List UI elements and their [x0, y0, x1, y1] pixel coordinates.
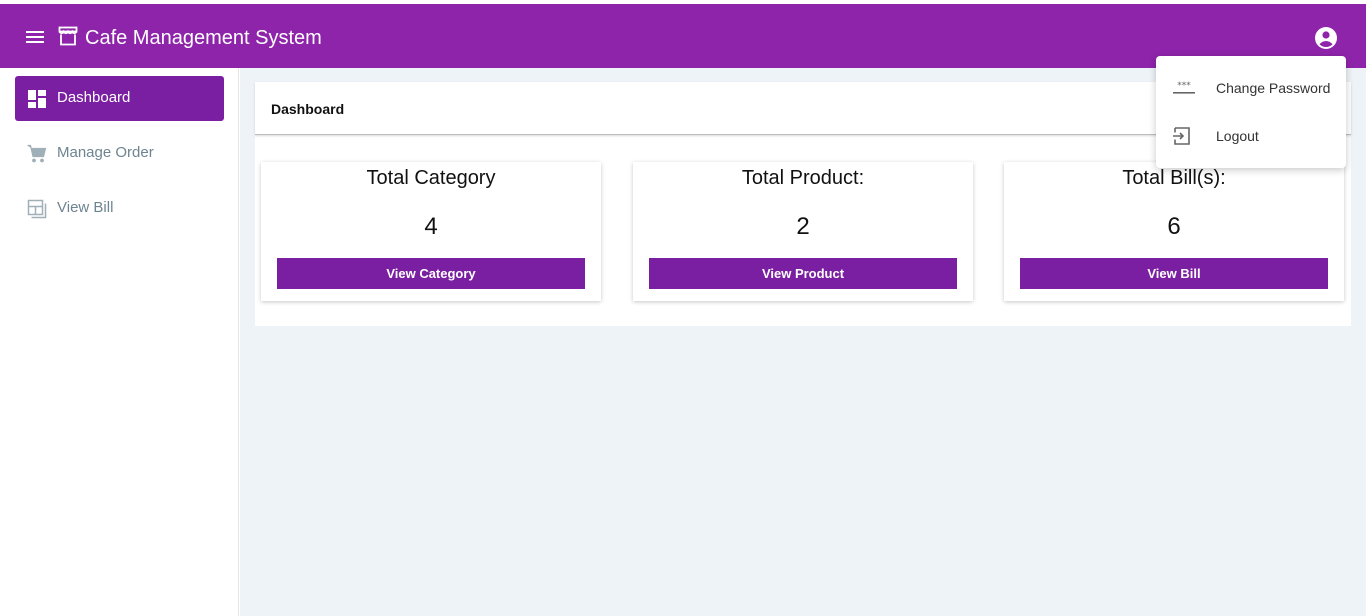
card-count: 2: [796, 213, 810, 240]
svg-text:***: ***: [1177, 81, 1191, 91]
password-icon: ***: [1172, 78, 1196, 98]
total-category-card: Total Category 4 View Category: [261, 162, 601, 301]
card-title: Total Product:: [741, 167, 865, 189]
view-product-button[interactable]: View Product: [649, 258, 957, 289]
view-bill-button[interactable]: View Bill: [1020, 258, 1328, 289]
dashboard-icon: [26, 88, 48, 110]
card-title: Total Bill(s):: [1122, 167, 1226, 189]
sidebar-item-view-bill[interactable]: View Bill: [15, 186, 224, 231]
account-circle-icon[interactable]: [1313, 25, 1339, 51]
card-title: Total Category: [366, 167, 496, 189]
card-count: 6: [1167, 213, 1181, 240]
bill-icon: [26, 198, 48, 220]
storefront-icon: [57, 25, 79, 47]
account-menu: *** Change Password Logout: [1156, 56, 1346, 168]
view-category-button[interactable]: View Category: [277, 258, 585, 289]
sidebar-item-manage-order[interactable]: Manage Order: [15, 131, 224, 176]
sidebar-item-label: Manage Order: [57, 144, 154, 161]
menu-item-label: Logout: [1216, 128, 1259, 144]
logout-icon: [1172, 126, 1196, 146]
logout-menu-item[interactable]: Logout: [1156, 112, 1346, 160]
app-title: Cafe Management System: [85, 27, 322, 49]
sidebar: Dashboard Manage Order View Bill: [0, 68, 239, 616]
menu-item-label: Change Password: [1216, 80, 1331, 96]
sidebar-item-dashboard[interactable]: Dashboard: [15, 76, 224, 121]
change-password-menu-item[interactable]: *** Change Password: [1156, 64, 1346, 112]
total-bill-card: Total Bill(s): 6 View Bill: [1004, 162, 1344, 301]
total-product-card: Total Product: 2 View Product: [633, 162, 973, 301]
card-count: 4: [424, 213, 438, 240]
sidebar-item-label: View Bill: [57, 199, 114, 216]
sidebar-item-label: Dashboard: [57, 89, 131, 106]
shopping-cart-icon: [26, 143, 48, 165]
menu-icon[interactable]: [24, 26, 46, 48]
page-title: Dashboard: [271, 101, 345, 117]
